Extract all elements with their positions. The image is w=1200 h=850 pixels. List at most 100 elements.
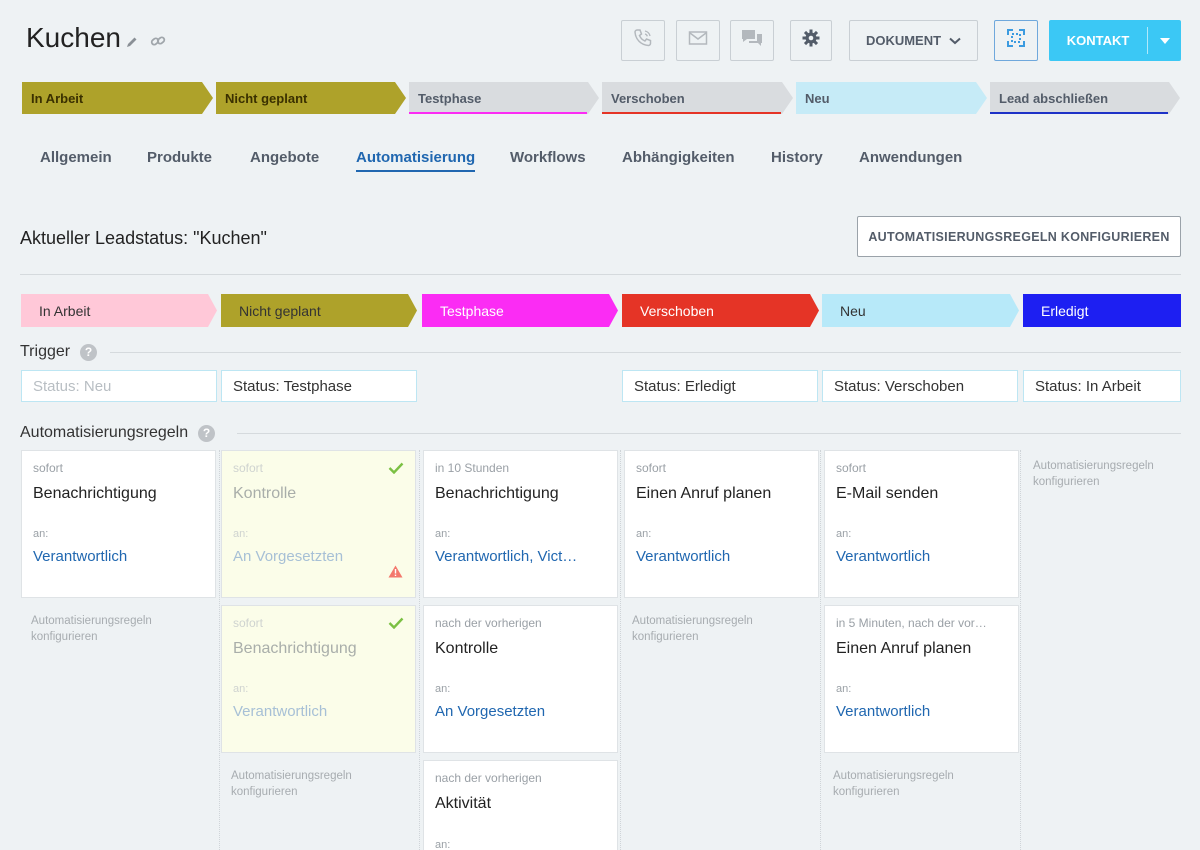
stage-label: Neu	[805, 90, 830, 106]
rule-recipient[interactable]: Verantwortlich	[33, 548, 204, 565]
divider	[20, 274, 1181, 275]
configure-rules-button[interactable]: AUTOMATISIERUNGSREGELN KONFIGURIEREN	[857, 216, 1181, 257]
status-stage-testphase: Testphase	[422, 294, 618, 327]
chat-button[interactable]	[730, 20, 774, 61]
configure-rules-link[interactable]: Automatisierungsregeln konfigurieren	[632, 613, 792, 645]
stage-neu[interactable]: Neu	[796, 82, 987, 114]
tab-automatisierung[interactable]: Automatisierung	[356, 149, 476, 172]
rules-section-label: Automatisierungsregeln ?	[20, 424, 216, 442]
tab-abhängigkeiten[interactable]: Abhängigkeiten	[622, 149, 735, 166]
stage-label: Verschoben	[611, 90, 685, 106]
rule-action: Kontrolle	[435, 640, 499, 657]
status-stage-label: Nicht geplant	[239, 302, 321, 319]
trigger-section-label: Trigger ?	[20, 343, 98, 361]
page-title: Kuchen	[26, 22, 121, 53]
configure-rules-link[interactable]: Automatisierungsregeln konfigurieren	[1033, 458, 1193, 490]
expand-button[interactable]	[994, 20, 1038, 61]
tab-produkte[interactable]: Produkte	[147, 149, 212, 166]
rule-recipient-label: an:	[836, 683, 852, 695]
rule-timing: nach der vorherigen	[435, 771, 542, 785]
rule-action: Kontrolle	[233, 485, 297, 502]
status-stage-neu: Neu	[822, 294, 1019, 327]
rule-card[interactable]: in 5 Minuten, nach der vor… Einen Anruf …	[824, 605, 1019, 753]
stage-label: In Arbeit	[31, 90, 84, 106]
stage-lead-abschließen[interactable]: Lead abschließen	[990, 82, 1180, 114]
stage-label: Lead abschließen	[999, 90, 1109, 106]
rule-action: Einen Anruf planen	[836, 640, 972, 657]
rule-timing: in 5 Minuten, nach der vor…	[836, 616, 987, 630]
stage-testphase[interactable]: Testphase	[409, 82, 599, 114]
stage-nicht-geplant[interactable]: Nicht geplant	[216, 82, 406, 114]
tab-allgemein[interactable]: Allgemein	[40, 149, 112, 166]
rule-card[interactable]: sofort Benachrichtigung an: Verantwortli…	[21, 450, 216, 598]
rule-action: Aktivität	[435, 795, 492, 812]
stage-verschoben[interactable]: Verschoben	[602, 82, 793, 114]
rule-recipient[interactable]: An Vorgesetzten	[233, 548, 404, 565]
rule-recipient[interactable]: Verantwortlich, Vict…	[435, 548, 606, 565]
rule-recipient[interactable]: Verantwortlich	[836, 548, 1007, 565]
settings-button[interactable]	[790, 20, 832, 61]
trigger-field[interactable]: Status: Testphase	[221, 370, 417, 402]
rule-card[interactable]: sofort E-Mail senden an: Verantwortlich	[824, 450, 1019, 598]
lead-status-heading: Aktueller Leadstatus: "Kuchen"	[20, 228, 267, 248]
rule-timing: sofort	[636, 461, 667, 475]
status-stage-label: Testphase	[440, 302, 504, 319]
status-stage-erledigt: Erledigt	[1023, 294, 1181, 327]
rule-recipient[interactable]: Verantwortlich	[233, 703, 404, 720]
trigger-field[interactable]: Status: Erledigt	[622, 370, 818, 402]
help-icon[interactable]: ?	[80, 343, 98, 361]
rule-timing: nach der vorherigen	[435, 616, 542, 630]
check-icon	[388, 461, 404, 479]
stage-label: Nicht geplant	[225, 90, 308, 106]
tab-workflows[interactable]: Workflows	[510, 149, 586, 166]
rule-card[interactable]: sofort Kontrolle an: An Vorgesetzten	[221, 450, 416, 598]
trigger-field[interactable]: Status: Verschoben	[822, 370, 1018, 402]
rule-recipient[interactable]: An Vorgesetzten	[435, 703, 606, 720]
rule-recipient-label: an:	[233, 528, 249, 540]
contact-dropdown-icon[interactable]	[1148, 37, 1181, 44]
rule-action: Benachrichtigung	[33, 485, 157, 502]
rule-card[interactable]: in 10 Stunden Benachrichtigung an: Veran…	[423, 450, 618, 598]
tab-history[interactable]: History	[771, 149, 823, 166]
stage-in-arbeit[interactable]: In Arbeit	[22, 82, 213, 114]
contact-button[interactable]: KONTAKT	[1049, 20, 1181, 61]
configure-rules-link[interactable]: Automatisierungsregeln konfigurieren	[31, 613, 191, 645]
status-stage-label: Verschoben	[640, 302, 714, 319]
rule-recipient[interactable]: Verantwortlich	[836, 703, 1007, 720]
chat-icon	[740, 27, 764, 54]
status-stage-label: In Arbeit	[39, 302, 91, 319]
rule-recipient-label: an:	[836, 528, 852, 540]
warning-icon	[388, 565, 403, 583]
trigger-field[interactable]: Status: Neu	[21, 370, 217, 402]
rule-timing: sofort	[233, 461, 264, 475]
rule-card[interactable]: nach der vorherigen Kontrolle an: An Vor…	[423, 605, 618, 753]
rule-card[interactable]: sofort Einen Anruf planen an: Verantwort…	[624, 450, 819, 598]
trigger-field[interactable]: Status: In Arbeit	[1023, 370, 1181, 402]
rule-card[interactable]: nach der vorherigen Aktivität an:	[423, 760, 618, 850]
rule-action: E-Mail senden	[836, 485, 939, 502]
rule-recipient-label: an:	[33, 528, 49, 540]
rule-action: Einen Anruf planen	[636, 485, 772, 502]
expand-icon	[1006, 28, 1026, 53]
document-button[interactable]: DOKUMENT	[849, 20, 978, 61]
rule-recipient-label: an:	[435, 683, 451, 695]
email-button[interactable]	[676, 20, 720, 61]
rule-recipient-label: an:	[233, 683, 249, 695]
rule-card[interactable]: sofort Benachrichtigung an: Verantwortli…	[221, 605, 416, 753]
pencil-icon[interactable]	[126, 35, 138, 53]
help-icon[interactable]: ?	[198, 424, 216, 442]
link-icon[interactable]	[150, 34, 166, 53]
mail-icon	[688, 30, 708, 51]
rule-recipient-label: an:	[636, 528, 652, 540]
status-stage-in-arbeit: In Arbeit	[21, 294, 217, 327]
rule-recipient[interactable]: Verantwortlich	[636, 548, 807, 565]
phone-icon	[632, 27, 654, 54]
contact-label: KONTAKT	[1066, 33, 1130, 48]
rule-timing: sofort	[33, 461, 64, 475]
rule-action: Benachrichtigung	[233, 640, 357, 657]
tab-angebote[interactable]: Angebote	[250, 149, 319, 166]
configure-rules-link[interactable]: Automatisierungsregeln konfigurieren	[833, 768, 993, 800]
configure-rules-link[interactable]: Automatisierungsregeln konfigurieren	[231, 768, 391, 800]
call-button[interactable]	[621, 20, 665, 61]
tab-anwendungen[interactable]: Anwendungen	[859, 149, 962, 166]
